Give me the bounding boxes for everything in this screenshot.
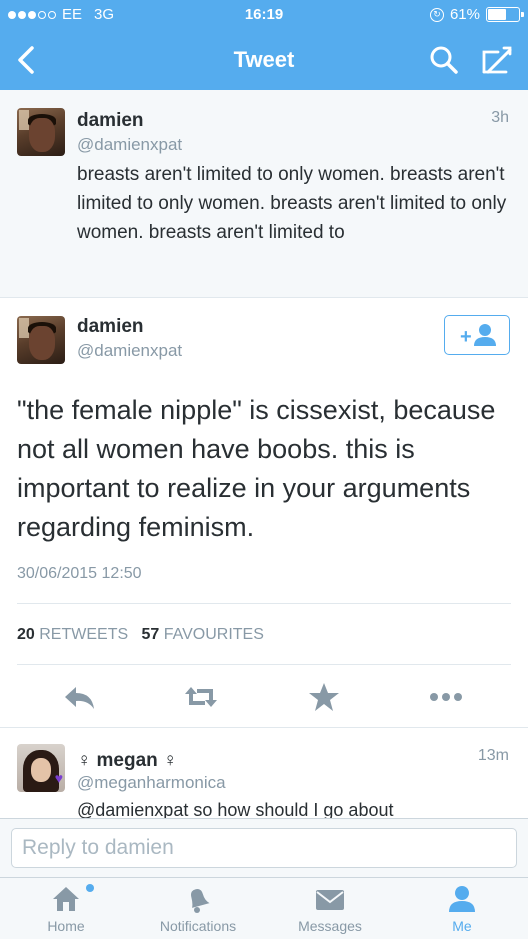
- avatar[interactable]: ♥: [17, 744, 65, 792]
- compose-tweet-icon[interactable]: [480, 44, 514, 76]
- tab-label: Me: [452, 918, 472, 934]
- add-user-icon: +: [460, 324, 496, 348]
- battery-fill: [488, 9, 506, 20]
- tab-notifications[interactable]: Notifications: [132, 878, 264, 939]
- divider: [17, 603, 511, 604]
- retweet-icon[interactable]: [183, 681, 219, 713]
- tab-label: Notifications: [159, 918, 237, 934]
- reply-tweet[interactable]: ♥ ♀ megan ♀ @meganharmonica 13m @damienx…: [0, 728, 528, 818]
- battery-icon: [486, 7, 524, 22]
- reply-icon[interactable]: [62, 681, 98, 713]
- header: EE 3G 16:19 ↻ 61% Tweet: [0, 0, 528, 90]
- tab-home[interactable]: Home: [0, 878, 132, 939]
- author-name[interactable]: damien: [77, 316, 144, 338]
- favourites-label: FAVOURITES: [163, 626, 264, 643]
- battery-info: ↻ 61%: [429, 6, 524, 23]
- tab-me[interactable]: Me: [396, 878, 528, 939]
- search-icon[interactable]: [428, 44, 460, 76]
- timestamp: 3h: [491, 109, 509, 126]
- nav-bar: Tweet: [0, 32, 528, 90]
- author-handle[interactable]: @damienxpat: [77, 135, 182, 155]
- avatar[interactable]: [17, 108, 65, 156]
- rotation-lock-icon: ↻: [429, 7, 444, 22]
- tab-messages[interactable]: Messages: [264, 878, 396, 939]
- reply-input[interactable]: Reply to damien: [11, 828, 517, 868]
- avatar[interactable]: [17, 316, 65, 364]
- favourites-count: 57: [141, 626, 160, 643]
- tab-label: Messages: [298, 918, 362, 934]
- bell-icon: [190, 889, 210, 913]
- author-name[interactable]: damien: [77, 110, 144, 132]
- author-name[interactable]: ♀ megan ♀: [77, 750, 177, 772]
- main-tweet: damien @damienxpat + "the female nipple"…: [0, 298, 528, 728]
- tab-bar: Home Notifications Messages Me: [0, 878, 528, 939]
- tweet-text: breasts aren't limited to only women. br…: [77, 164, 507, 243]
- retweets-label: RETWEETS: [39, 626, 129, 643]
- battery-percent: 61%: [449, 6, 480, 23]
- reply-bar: Reply to damien: [0, 818, 528, 878]
- author-handle[interactable]: @damienxpat: [77, 341, 182, 361]
- retweets-count: 20: [17, 626, 35, 643]
- tweet-text: @damienxpat so how should I go about: [77, 800, 394, 818]
- person-icon: [449, 886, 475, 912]
- svg-text:+: +: [460, 326, 472, 348]
- follow-button[interactable]: +: [444, 315, 510, 355]
- tweet-date: 30/06/2015 12:50: [17, 565, 142, 582]
- home-icon: [53, 887, 79, 911]
- favourites-stat[interactable]: 57 FAVOURITES: [141, 626, 263, 643]
- more-options-icon[interactable]: [428, 681, 464, 713]
- tweet-stats: 20 RETWEETS 57 FAVOURITES: [17, 626, 264, 644]
- author-handle[interactable]: @meganharmonica: [77, 773, 226, 793]
- retweets-stat[interactable]: 20 RETWEETS: [17, 626, 128, 643]
- timestamp: 13m: [477, 747, 509, 764]
- tab-label: Home: [47, 918, 85, 934]
- favourite-star-icon[interactable]: [306, 681, 342, 713]
- status-bar: EE 3G 16:19 ↻ 61%: [0, 0, 528, 32]
- new-content-dot: [86, 884, 94, 892]
- envelope-icon: [316, 890, 344, 910]
- parent-tweet[interactable]: damien @damienxpat 3h breasts aren't lim…: [0, 90, 528, 298]
- tweet-text: "the female nipple" is cissexist, becaus…: [17, 395, 496, 542]
- divider: [17, 664, 511, 665]
